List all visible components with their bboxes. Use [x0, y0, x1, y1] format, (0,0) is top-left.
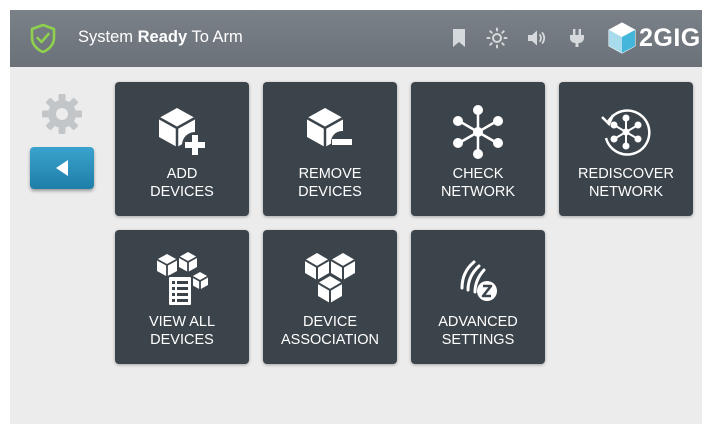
tile-label-line2: DEVICES — [150, 184, 214, 200]
tile-label-line2: DEVICES — [150, 332, 214, 348]
zwave-icon — [460, 260, 497, 301]
rediscover-network-icon — [601, 109, 651, 156]
screen: System Ready To Arm 2GIG ADD DEVICES REM… — [10, 10, 702, 424]
remove-devices-tile[interactable]: REMOVE DEVICES — [263, 82, 397, 216]
tile-label-line2: SETTINGS — [441, 332, 515, 348]
brand-logo: 2GIG — [606, 21, 702, 55]
tile-label-line1: ADD — [166, 166, 198, 182]
association-icon — [304, 253, 356, 303]
check-network-tile[interactable]: CHECK NETWORK — [411, 82, 545, 216]
tile-label-line1: VIEW ALL — [148, 314, 216, 330]
add-device-icon — [158, 108, 208, 158]
logo-text: 2GIG — [639, 24, 701, 52]
tile-label-line2: NETWORK — [440, 184, 516, 200]
add-devices-tile[interactable]: ADD DEVICES — [115, 82, 249, 216]
status-ready: Ready — [137, 28, 188, 46]
volume-icon[interactable] — [526, 27, 548, 49]
device-association-tile[interactable]: DEVICE ASSOCIATION — [263, 230, 397, 364]
tile-label-line1: ADVANCED — [438, 314, 518, 330]
back-button[interactable] — [30, 147, 94, 189]
tile-label-line1: REDISCOVER — [578, 166, 674, 182]
advanced-settings-tile[interactable]: ADVANCED SETTINGS — [411, 230, 545, 364]
tile-label-line2: NETWORK — [588, 184, 664, 200]
gear-icon[interactable] — [40, 92, 84, 136]
system-status[interactable]: System Ready To Arm — [78, 28, 243, 47]
brightness-icon[interactable] — [486, 27, 508, 49]
shield-check-icon — [30, 23, 56, 53]
tile-label-line2: ASSOCIATION — [280, 332, 380, 348]
tile-label-line2: DEVICES — [298, 184, 362, 200]
rediscover-network-tile[interactable]: REDISCOVER NETWORK — [559, 82, 693, 216]
remove-device-icon — [306, 108, 353, 153]
tile-label-line1: CHECK — [452, 166, 504, 182]
status-bar: System Ready To Arm 2GIG — [10, 10, 702, 67]
tile-label-line1: DEVICE — [303, 314, 357, 330]
status-prefix: System — [78, 28, 134, 46]
view-devices-icon — [156, 252, 209, 307]
power-plug-icon[interactable] — [566, 27, 588, 49]
back-arrow-icon — [56, 160, 68, 176]
bookmark-icon[interactable] — [448, 27, 470, 49]
tile-label-line1: REMOVE — [298, 166, 362, 182]
status-suffix: To Arm — [191, 28, 243, 46]
network-icon — [453, 105, 503, 159]
view-all-devices-tile[interactable]: VIEW ALL DEVICES — [115, 230, 249, 364]
cube-logo-icon — [608, 22, 636, 54]
